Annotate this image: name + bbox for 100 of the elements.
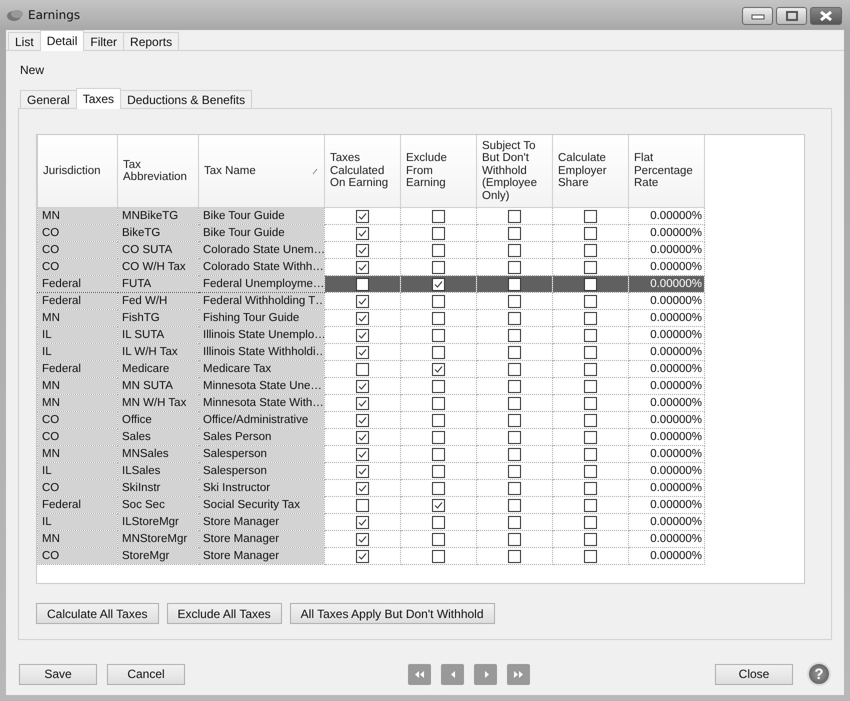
tab[interactable]: Reports bbox=[123, 32, 180, 50]
action-button[interactable]: Calculate All Taxes bbox=[36, 603, 158, 624]
checkbox[interactable] bbox=[432, 278, 445, 290]
checkbox[interactable] bbox=[584, 260, 597, 274]
tab[interactable]: General bbox=[20, 90, 77, 108]
checkbox[interactable] bbox=[356, 464, 369, 478]
checkbox[interactable] bbox=[432, 346, 445, 358]
checkbox[interactable] bbox=[432, 226, 445, 240]
checkbox[interactable] bbox=[508, 516, 521, 528]
help-button[interactable]: ? bbox=[807, 662, 831, 686]
checkbox[interactable] bbox=[508, 380, 521, 392]
checkbox[interactable] bbox=[508, 210, 521, 222]
checkbox[interactable] bbox=[584, 396, 597, 410]
column-header[interactable]: Tax Abbreviation bbox=[118, 135, 198, 208]
checkbox[interactable] bbox=[508, 430, 521, 444]
checkbox[interactable] bbox=[508, 464, 521, 478]
checkbox[interactable] bbox=[432, 328, 445, 342]
checkbox[interactable] bbox=[584, 226, 597, 240]
checkbox[interactable] bbox=[584, 294, 597, 308]
checkbox[interactable] bbox=[584, 346, 597, 358]
checkbox[interactable] bbox=[356, 532, 369, 546]
checkbox[interactable] bbox=[356, 482, 369, 494]
checkbox[interactable] bbox=[508, 532, 521, 546]
checkbox[interactable] bbox=[508, 226, 521, 240]
checkbox[interactable] bbox=[432, 430, 445, 444]
checkbox[interactable] bbox=[432, 294, 445, 308]
checkbox[interactable] bbox=[432, 482, 445, 494]
action-button[interactable]: All Taxes Apply But Don't Withhold bbox=[290, 603, 495, 624]
checkbox[interactable] bbox=[432, 448, 445, 460]
first-record-button[interactable] bbox=[408, 664, 431, 684]
checkbox[interactable] bbox=[584, 532, 597, 546]
checkbox[interactable] bbox=[356, 396, 369, 410]
checkbox[interactable] bbox=[508, 448, 521, 460]
tab[interactable]: Detail bbox=[40, 30, 84, 51]
checkbox[interactable] bbox=[432, 464, 445, 478]
footer-button[interactable]: Cancel bbox=[107, 664, 185, 684]
column-header[interactable]: Jurisdiction bbox=[38, 135, 118, 208]
checkbox[interactable] bbox=[356, 328, 369, 342]
checkbox[interactable] bbox=[584, 312, 597, 324]
checkbox[interactable] bbox=[356, 448, 369, 460]
checkbox[interactable] bbox=[356, 498, 369, 512]
checkbox[interactable] bbox=[508, 244, 521, 256]
checkbox[interactable] bbox=[432, 414, 445, 426]
new-button[interactable]: New bbox=[20, 63, 44, 77]
checkbox[interactable] bbox=[584, 362, 597, 376]
footer-button[interactable]: Save bbox=[19, 664, 97, 684]
checkbox[interactable] bbox=[508, 346, 521, 358]
checkbox[interactable] bbox=[584, 464, 597, 478]
maximize-button[interactable] bbox=[776, 7, 807, 25]
checkbox[interactable] bbox=[356, 210, 369, 222]
checkbox[interactable] bbox=[584, 210, 597, 222]
checkbox[interactable] bbox=[508, 328, 521, 342]
previous-record-button[interactable] bbox=[441, 664, 464, 684]
checkbox[interactable] bbox=[356, 414, 369, 426]
checkbox[interactable] bbox=[508, 482, 521, 494]
checkbox[interactable] bbox=[432, 210, 445, 222]
checkbox[interactable] bbox=[356, 362, 369, 376]
column-header[interactable]: Taxes Calculated On Earning bbox=[324, 135, 400, 208]
checkbox[interactable] bbox=[584, 328, 597, 342]
checkbox[interactable] bbox=[508, 414, 521, 426]
checkbox[interactable] bbox=[356, 312, 369, 324]
checkbox[interactable] bbox=[432, 380, 445, 392]
column-header[interactable]: Calculate Employer Share bbox=[552, 135, 628, 208]
checkbox[interactable] bbox=[584, 430, 597, 444]
checkbox[interactable] bbox=[508, 294, 521, 308]
checkbox[interactable] bbox=[356, 260, 369, 274]
checkbox[interactable] bbox=[432, 260, 445, 274]
checkbox[interactable] bbox=[508, 312, 521, 324]
next-record-button[interactable] bbox=[474, 664, 497, 684]
minimize-button[interactable] bbox=[742, 7, 773, 25]
checkbox[interactable] bbox=[584, 448, 597, 460]
checkbox[interactable] bbox=[584, 482, 597, 494]
checkbox[interactable] bbox=[584, 278, 597, 290]
column-header[interactable]: Flat Percentage Rate bbox=[628, 135, 704, 208]
tab[interactable]: List bbox=[8, 32, 41, 50]
action-button[interactable]: Exclude All Taxes bbox=[166, 603, 282, 624]
checkbox[interactable] bbox=[508, 498, 521, 512]
checkbox[interactable] bbox=[356, 244, 369, 256]
checkbox[interactable] bbox=[508, 260, 521, 274]
close-window-button[interactable] bbox=[810, 7, 842, 25]
checkbox[interactable] bbox=[584, 414, 597, 426]
checkbox[interactable] bbox=[356, 294, 369, 308]
checkbox[interactable] bbox=[432, 498, 445, 512]
checkbox[interactable] bbox=[508, 396, 521, 410]
checkbox[interactable] bbox=[432, 362, 445, 376]
last-record-button[interactable] bbox=[507, 664, 530, 684]
checkbox[interactable] bbox=[508, 550, 521, 562]
column-header[interactable]: Exclude From Earning bbox=[400, 135, 476, 208]
close-button[interactable]: Close bbox=[715, 664, 793, 684]
checkbox[interactable] bbox=[432, 516, 445, 528]
checkbox[interactable] bbox=[584, 498, 597, 512]
checkbox[interactable] bbox=[584, 244, 597, 256]
checkbox[interactable] bbox=[508, 362, 521, 376]
tab[interactable]: Deductions & Benefits bbox=[120, 90, 252, 108]
checkbox[interactable] bbox=[432, 396, 445, 410]
checkbox[interactable] bbox=[356, 516, 369, 528]
checkbox[interactable] bbox=[356, 380, 369, 392]
checkbox[interactable] bbox=[432, 244, 445, 256]
checkbox[interactable] bbox=[432, 550, 445, 562]
checkbox[interactable] bbox=[584, 516, 597, 528]
